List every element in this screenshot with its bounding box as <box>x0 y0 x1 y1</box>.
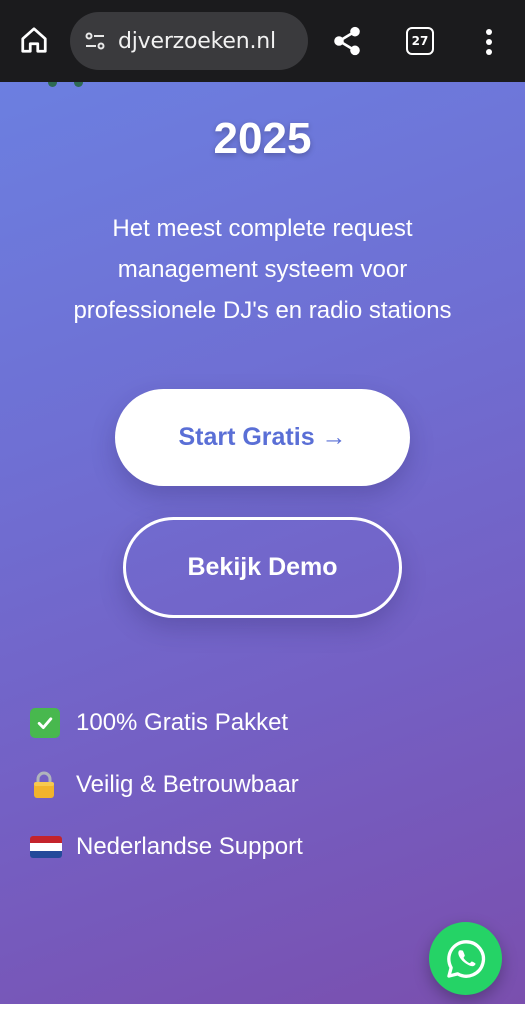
tabs-button[interactable]: 27 <box>406 27 434 55</box>
bottom-strip <box>0 1004 525 1024</box>
hero-tagline: Het meest complete request management sy… <box>40 208 485 331</box>
tagline-line: Het meest complete request <box>112 215 413 242</box>
netherlands-flag-icon <box>30 836 62 858</box>
start-free-button[interactable]: Start Gratis → <box>115 389 410 486</box>
home-button[interactable] <box>14 20 54 60</box>
feature-item: 100% Gratis Pakket <box>30 692 490 754</box>
address-bar[interactable]: djverzoeken.nl <box>70 12 308 70</box>
whatsapp-button[interactable] <box>429 922 502 995</box>
more-vert-icon[interactable] <box>474 22 504 62</box>
whatsapp-icon <box>446 939 485 978</box>
home-icon <box>21 27 47 53</box>
feature-label: 100% Gratis Pakket <box>76 709 289 736</box>
share-button[interactable] <box>328 22 366 60</box>
tagline-line: professionele DJ's en radio stations <box>73 297 452 324</box>
feature-item: Veilig & Betrouwbaar <box>30 754 490 816</box>
site-info-icon[interactable] <box>82 28 108 54</box>
tab-count: 27 <box>411 34 429 48</box>
browser-toolbar: djverzoeken.nl 27 <box>0 0 525 82</box>
lock-icon <box>34 771 54 798</box>
feature-label: Veilig & Betrouwbaar <box>76 771 299 798</box>
url-text: djverzoeken.nl <box>118 28 276 54</box>
hero-section: 2025 Het meest complete request manageme… <box>0 82 525 1004</box>
feature-label: Nederlandse Support <box>76 833 303 860</box>
share-icon <box>334 26 360 56</box>
hero-year: 2025 <box>213 114 312 163</box>
feature-item: Nederlandse Support <box>30 816 490 878</box>
feature-list: 100% Gratis Pakket Veilig & Betrouwbaar <box>30 692 490 878</box>
view-demo-button[interactable]: Bekijk Demo <box>123 517 402 618</box>
check-mark-icon <box>30 708 60 738</box>
tagline-line: management systeem voor <box>117 256 408 283</box>
